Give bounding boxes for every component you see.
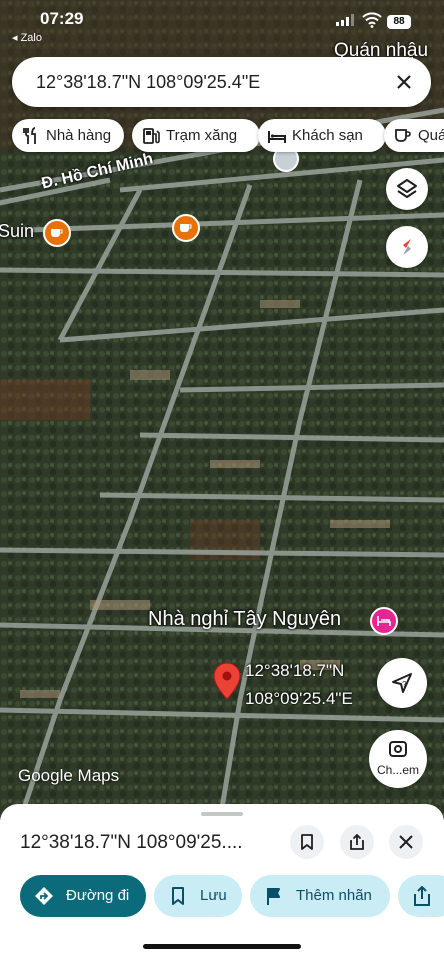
search-bar[interactable]: 12°38'18.7"N 108°09'25.4"E <box>12 57 431 107</box>
chip-hotels[interactable]: Khách sạn <box>258 119 386 152</box>
pin-latitude-label: 12°38'18.7"N <box>245 661 345 680</box>
place-bottom-sheet[interactable]: 12°38'18.7"N 108°09'25.... Đường đi Lưu … <box>0 804 444 960</box>
compass-button[interactable] <box>386 226 428 268</box>
navigation-arrow-icon: ? <box>392 673 412 693</box>
chip-label: Quá <box>418 127 444 144</box>
svg-text:?: ? <box>402 680 407 689</box>
cafe-icon <box>51 229 63 237</box>
place-label-guesthouse[interactable]: Nhà nghỉ Tây Nguyên <box>148 608 341 631</box>
battery-indicator: 88 <box>387 15 411 29</box>
flag-icon <box>267 888 280 905</box>
chip-label: Nhà hàng <box>46 127 112 144</box>
add-label-button[interactable]: Thêm nhãn <box>250 875 390 917</box>
close-icon <box>399 835 413 849</box>
save-label: Lưu <box>200 887 227 904</box>
close-sheet-button[interactable] <box>389 825 423 859</box>
hotel-icon <box>268 131 286 143</box>
google-maps-watermark: Google Maps <box>18 766 120 785</box>
location-pin-icon[interactable] <box>213 662 241 700</box>
status-bar: 07:29 ◂ Zalo 88 <box>0 0 444 46</box>
street-view-icon <box>389 741 407 757</box>
chip-label: Trạm xăng <box>166 127 238 144</box>
cafe-icon <box>395 129 411 142</box>
cafe-marker-left[interactable] <box>43 219 71 247</box>
back-to-app-link[interactable]: ◂ Zalo <box>12 31 42 44</box>
search-query[interactable]: 12°38'18.7"N 108°09'25.4"E <box>36 72 260 93</box>
chip-cafes[interactable]: Quá <box>384 119 444 152</box>
share-icon <box>350 834 364 850</box>
street-view-button[interactable]: Ch...em <box>369 730 427 788</box>
close-icon[interactable] <box>391 69 417 95</box>
restaurant-icon <box>23 127 36 144</box>
wifi-icon <box>362 12 382 28</box>
share-button[interactable] <box>340 825 374 859</box>
cafe-marker-center[interactable] <box>172 214 200 242</box>
cellular-signal-icon <box>336 14 354 26</box>
gas-station-icon <box>143 128 160 144</box>
layers-button[interactable] <box>386 168 428 210</box>
navigate-button[interactable]: ? <box>377 658 427 708</box>
bookmark-icon <box>172 887 184 905</box>
compass-icon <box>403 239 411 255</box>
bookmark-icon <box>301 834 313 850</box>
directions-button[interactable]: Đường đi <box>20 875 146 917</box>
share-icon <box>414 886 430 906</box>
chip-label: Khách sạn <box>292 127 363 144</box>
add-label-text: Thêm nhãn <box>296 887 372 904</box>
hotel-marker[interactable] <box>370 607 398 635</box>
bed-icon <box>377 616 391 626</box>
place-title: 12°38'18.7"N 108°09'25.... <box>20 832 243 853</box>
directions-icon <box>35 887 53 905</box>
pin-longitude-label: 108°09'25.4"E <box>245 689 353 708</box>
cafe-icon <box>180 224 192 232</box>
sheet-drag-handle[interactable] <box>201 812 243 816</box>
status-time: 07:29 <box>40 9 84 28</box>
place-label-suin[interactable]: Suin <box>0 221 34 242</box>
save-bookmark-button[interactable] <box>290 825 324 859</box>
save-button[interactable]: Lưu <box>154 875 242 917</box>
chip-restaurants[interactable]: Nhà hàng <box>12 119 124 152</box>
share-action-button[interactable] <box>398 875 444 917</box>
chip-gas-stations[interactable]: Trạm xăng <box>132 119 260 152</box>
category-chips: Nhà hàng Trạm xăng Khách sạn Quá <box>12 119 444 153</box>
street-view-label: Ch...em <box>376 763 419 777</box>
home-indicator <box>143 944 301 949</box>
directions-label: Đường đi <box>66 887 130 904</box>
layers-icon <box>397 179 417 198</box>
